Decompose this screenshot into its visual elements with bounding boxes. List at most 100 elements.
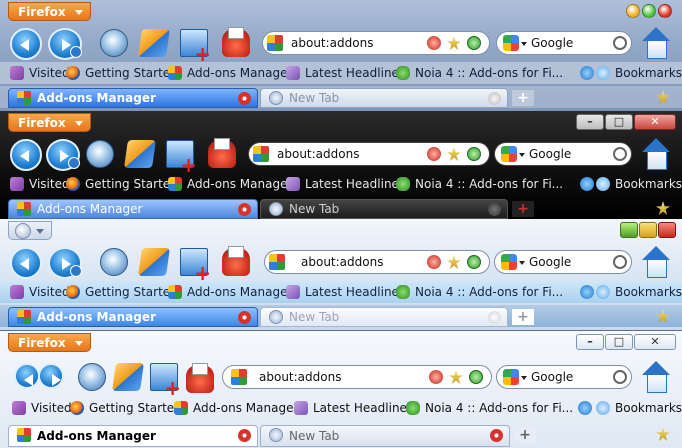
bookmark-visited[interactable]: Visited [10,284,70,300]
close-window-button[interactable]: ✕ [634,114,676,130]
tab-new-tab[interactable]: New Tab [260,425,510,447]
back-button[interactable] [10,28,42,60]
new-window-button[interactable] [180,248,211,283]
search-magnifier-icon[interactable] [613,147,627,161]
firefox-menu-button[interactable]: Firefox [8,2,91,21]
close-window-button[interactable]: ✕ [634,334,676,350]
minimize-button[interactable]: – [576,114,604,130]
bookmark-latest-headlines[interactable]: Latest Headlines [286,284,405,300]
print-button[interactable] [186,363,214,393]
maximize-button[interactable]: □ [605,334,633,350]
close-icon[interactable] [238,311,251,324]
home-icon[interactable] [640,246,672,278]
back-button[interactable] [10,247,42,279]
google-icon[interactable] [503,369,519,385]
close-icon[interactable] [238,92,251,105]
maximize-button[interactable] [639,222,657,238]
url-bar[interactable]: about:addons [262,31,490,55]
url-text[interactable]: about:addons [291,36,373,50]
google-icon[interactable] [503,35,519,51]
bookmarks-scroll-button[interactable] [578,400,592,416]
stop-button[interactable] [112,363,144,391]
close-icon[interactable] [238,429,251,442]
chevron-down-icon[interactable] [521,42,527,46]
bookmark-visited[interactable]: Visited [12,400,72,416]
close-window-button[interactable] [658,4,672,18]
url-text[interactable]: about:addons [259,370,341,384]
rss-icon[interactable] [429,370,443,384]
print-button[interactable] [222,246,250,276]
url-bar[interactable]: about:addons [264,250,490,274]
close-icon[interactable] [490,429,503,442]
list-all-tabs-icon[interactable] [656,309,670,323]
bookmark-noia[interactable]: Noia 4 :: Add-ons for Fi... [396,176,563,192]
home-icon[interactable] [640,138,672,170]
star-icon[interactable] [447,255,461,269]
plus-icon[interactable]: + [512,201,534,217]
search-bar[interactable]: Google [494,250,632,274]
bookmark-addons-manager[interactable]: Add-ons Manager [168,176,292,192]
search-bar[interactable]: Google [496,365,632,389]
reload-button[interactable] [86,140,114,168]
stop-button[interactable] [124,140,156,168]
search-bar[interactable]: Google [496,31,632,55]
search-bar[interactable]: Google [494,142,632,166]
back-button[interactable] [10,139,42,171]
rss-icon[interactable] [427,36,441,50]
new-window-button[interactable] [150,363,181,398]
tab-new-tab[interactable]: New Tab [260,199,508,219]
minimize-button[interactable]: – [576,334,604,350]
bookmark-latest-headlines[interactable]: Latest Headlines [286,176,405,192]
list-all-tabs-icon[interactable] [656,427,670,441]
star-icon[interactable] [449,370,463,384]
plus-icon[interactable]: + [512,90,534,106]
history-dropdown-icon[interactable] [70,265,82,277]
history-dropdown-icon[interactable] [70,46,82,58]
bookmark-getting-started[interactable]: Getting Started [70,400,182,416]
tab-addons-manager[interactable]: Add-ons Manager [8,425,258,447]
go-icon[interactable] [469,370,483,384]
go-icon[interactable] [467,36,481,50]
reload-button[interactable] [100,248,128,276]
print-button[interactable] [208,138,236,168]
forward-button[interactable] [48,247,82,279]
close-icon[interactable] [488,203,501,216]
tab-addons-manager[interactable]: Add-ons Manager [8,88,258,108]
list-all-tabs-icon[interactable] [656,90,670,104]
history-dropdown-icon[interactable] [68,157,80,169]
minimize-button[interactable] [626,4,640,18]
tab-new-tab[interactable]: New Tab [260,307,508,327]
chevron-down-icon[interactable] [519,153,525,157]
close-window-button[interactable] [658,222,676,238]
star-icon[interactable] [447,147,461,161]
url-text[interactable]: about:addons [301,255,383,269]
bookmark-noia[interactable]: Noia 4 :: Add-ons for Fi... [406,400,573,416]
google-icon[interactable] [501,146,517,162]
maximize-button[interactable] [642,4,656,18]
close-icon[interactable] [238,203,251,216]
forward-button[interactable] [46,139,80,171]
back-button[interactable] [14,363,40,389]
bookmark-addons-manager[interactable]: Add-ons Manager [174,400,298,416]
tab-addons-manager[interactable]: Add-ons Manager [8,307,258,327]
bookmark-getting-started[interactable]: Getting Started [66,284,178,300]
bookmarks-menu-button[interactable]: Bookmarks [596,284,682,300]
bookmark-visited[interactable]: Visited [10,65,70,81]
google-icon[interactable] [501,254,517,270]
minimize-button[interactable] [620,222,638,238]
rss-icon[interactable] [427,147,441,161]
bookmarks-scroll-button[interactable] [580,65,594,81]
tab-addons-manager[interactable]: Add-ons Manager [8,199,258,219]
go-icon[interactable] [467,147,481,161]
maximize-button[interactable]: □ [605,114,633,130]
url-bar[interactable]: about:addons [222,365,492,389]
chevron-down-icon[interactable] [521,376,527,380]
close-icon[interactable] [488,311,501,324]
reload-button[interactable] [100,29,128,57]
forward-button[interactable] [38,363,64,389]
reload-button[interactable] [78,363,106,391]
plus-icon[interactable]: + [512,309,534,325]
bookmark-latest-headlines[interactable]: Latest Headlines [286,65,405,81]
bookmarks-scroll-button[interactable] [580,284,594,300]
chevron-down-icon[interactable] [519,261,525,265]
